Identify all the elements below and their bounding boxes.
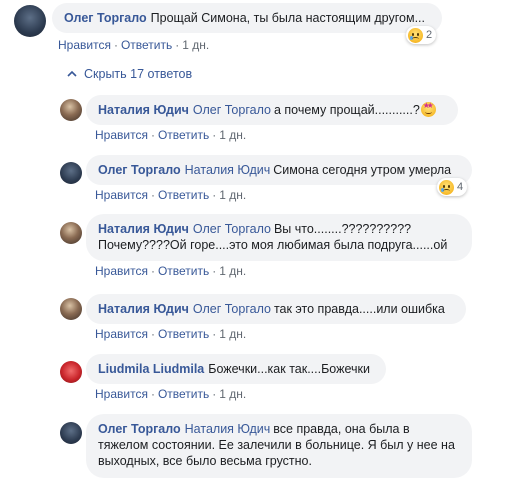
timestamp[interactable]: 1 дн. — [219, 128, 246, 142]
reply-author[interactable]: Наталия Юдич — [98, 103, 189, 117]
reply-bubble: Наталия Юдич Олег Торгало а почему прощай.… — [86, 95, 458, 125]
reply-link[interactable]: Ответить — [121, 38, 172, 52]
reply-text: все правда, она была в — [273, 422, 410, 436]
reply-text: Вы что........?????????? — [273, 222, 412, 236]
reply-mention[interactable]: Олег Торгало — [193, 103, 271, 117]
reply-bubble: Наталия Юдич Олег Торгало Вы что........??… — [86, 214, 472, 261]
avatar[interactable] — [60, 298, 82, 320]
sad-reaction-icon — [408, 27, 423, 43]
reply-actions: Нравится · Ответить · 1 дн. — [95, 128, 247, 142]
reply-text-line: выходных, все было весьма грустно. — [98, 454, 312, 468]
chevron-up-icon — [67, 70, 77, 77]
reply-author[interactable]: Liudmila Liudmila — [98, 362, 204, 376]
reply-mention[interactable]: Олег Торгало — [193, 222, 271, 236]
reply-text: так это правда.....или ошибка — [273, 302, 445, 316]
reply-link[interactable]: Ответить — [158, 327, 209, 341]
like-link[interactable]: Нравится — [58, 38, 111, 52]
comment-actions: Нравится · Ответить · 1 дн. — [58, 38, 210, 52]
reply-bubble: Олег Торгало Наталия Юдич Симона сегодня у… — [86, 155, 472, 185]
comment-author[interactable]: Олег Торгало — [64, 11, 147, 25]
hide-replies-toggle[interactable]: Скрыть 17 ответов — [66, 67, 192, 81]
reaction-summary[interactable]: 2 — [406, 26, 437, 44]
reply-mention[interactable]: Наталия Юдич — [185, 422, 271, 436]
reply-author[interactable]: Наталия Юдич — [98, 302, 189, 316]
like-link[interactable]: Нравится — [95, 387, 148, 401]
toggle-label: Скрыть 17 ответов — [84, 67, 193, 81]
reply-bubble: Олег Торгало Наталия Юдич все правда, она … — [86, 414, 472, 478]
reaction-summary[interactable]: 4 — [437, 178, 468, 196]
reply-link[interactable]: Ответить — [158, 264, 209, 278]
comment-bubble: Олег Торгало Прощай Симона, ты была насто… — [52, 3, 442, 33]
avatar[interactable] — [60, 162, 82, 184]
timestamp[interactable]: 1 дн. — [219, 387, 246, 401]
like-link[interactable]: Нравится — [95, 188, 148, 202]
timestamp[interactable]: 1 дн. — [182, 38, 209, 52]
avatar[interactable] — [60, 361, 82, 383]
reply-author[interactable]: Олег Торгало — [98, 163, 181, 177]
reply-link[interactable]: Ответить — [158, 387, 209, 401]
reply-text: Симона сегодня утром умерла — [273, 163, 452, 177]
reply-bubble: Liudmila Liudmila Божечки...как так....Бо… — [86, 354, 386, 384]
reply-mention[interactable]: Наталия Юдич — [185, 163, 271, 177]
reply-text-line: Почему????Ой горе....это моя любимая был… — [98, 238, 448, 252]
avatar[interactable] — [60, 222, 82, 244]
reply-text: Божечки...как так....Божечки — [208, 362, 370, 376]
avatar[interactable] — [60, 99, 82, 121]
timestamp[interactable]: 1 дн. — [219, 264, 246, 278]
reply-actions: Нравится · Ответить · 1 дн. — [95, 188, 247, 202]
reaction-count: 4 — [457, 181, 464, 193]
reply-bubble: Наталия Юдич Олег Торгало так это правда..… — [86, 294, 466, 324]
reply-link[interactable]: Ответить — [158, 188, 209, 202]
reply-author[interactable]: Наталия Юдич — [98, 222, 189, 236]
reply-mention[interactable]: Олег Торгало — [193, 302, 271, 316]
timestamp[interactable]: 1 дн. — [219, 327, 246, 341]
like-link[interactable]: Нравится — [95, 264, 148, 278]
avatar[interactable] — [14, 5, 46, 37]
avatar[interactable] — [60, 422, 82, 444]
reply-link[interactable]: Ответить — [158, 128, 209, 142]
comment-text: Прощай Симона, ты была настоящим другом.… — [150, 11, 425, 25]
reply-actions: Нравится · Ответить · 1 дн. — [95, 387, 247, 401]
comment-thread: Олег Торгало Прощай Симона, ты была насто… — [0, 0, 507, 481]
reply-text-line: тяжелом состоянии. Ее залечили в больниц… — [98, 438, 455, 452]
sad-reaction-icon — [439, 179, 454, 195]
reply-actions: Нравится · Ответить · 1 дн. — [95, 264, 247, 278]
reply-actions: Нравится · Ответить · 1 дн. — [95, 327, 247, 341]
reply-author[interactable]: Олег Торгало — [98, 422, 181, 436]
timestamp[interactable]: 1 дн. — [219, 188, 246, 202]
like-link[interactable]: Нравится — [95, 128, 148, 142]
reaction-count: 2 — [426, 29, 433, 41]
like-link[interactable]: Нравится — [95, 327, 148, 341]
star-struck-emoji-icon — [420, 102, 436, 117]
reply-text: а почему прощай...........? — [273, 103, 420, 117]
